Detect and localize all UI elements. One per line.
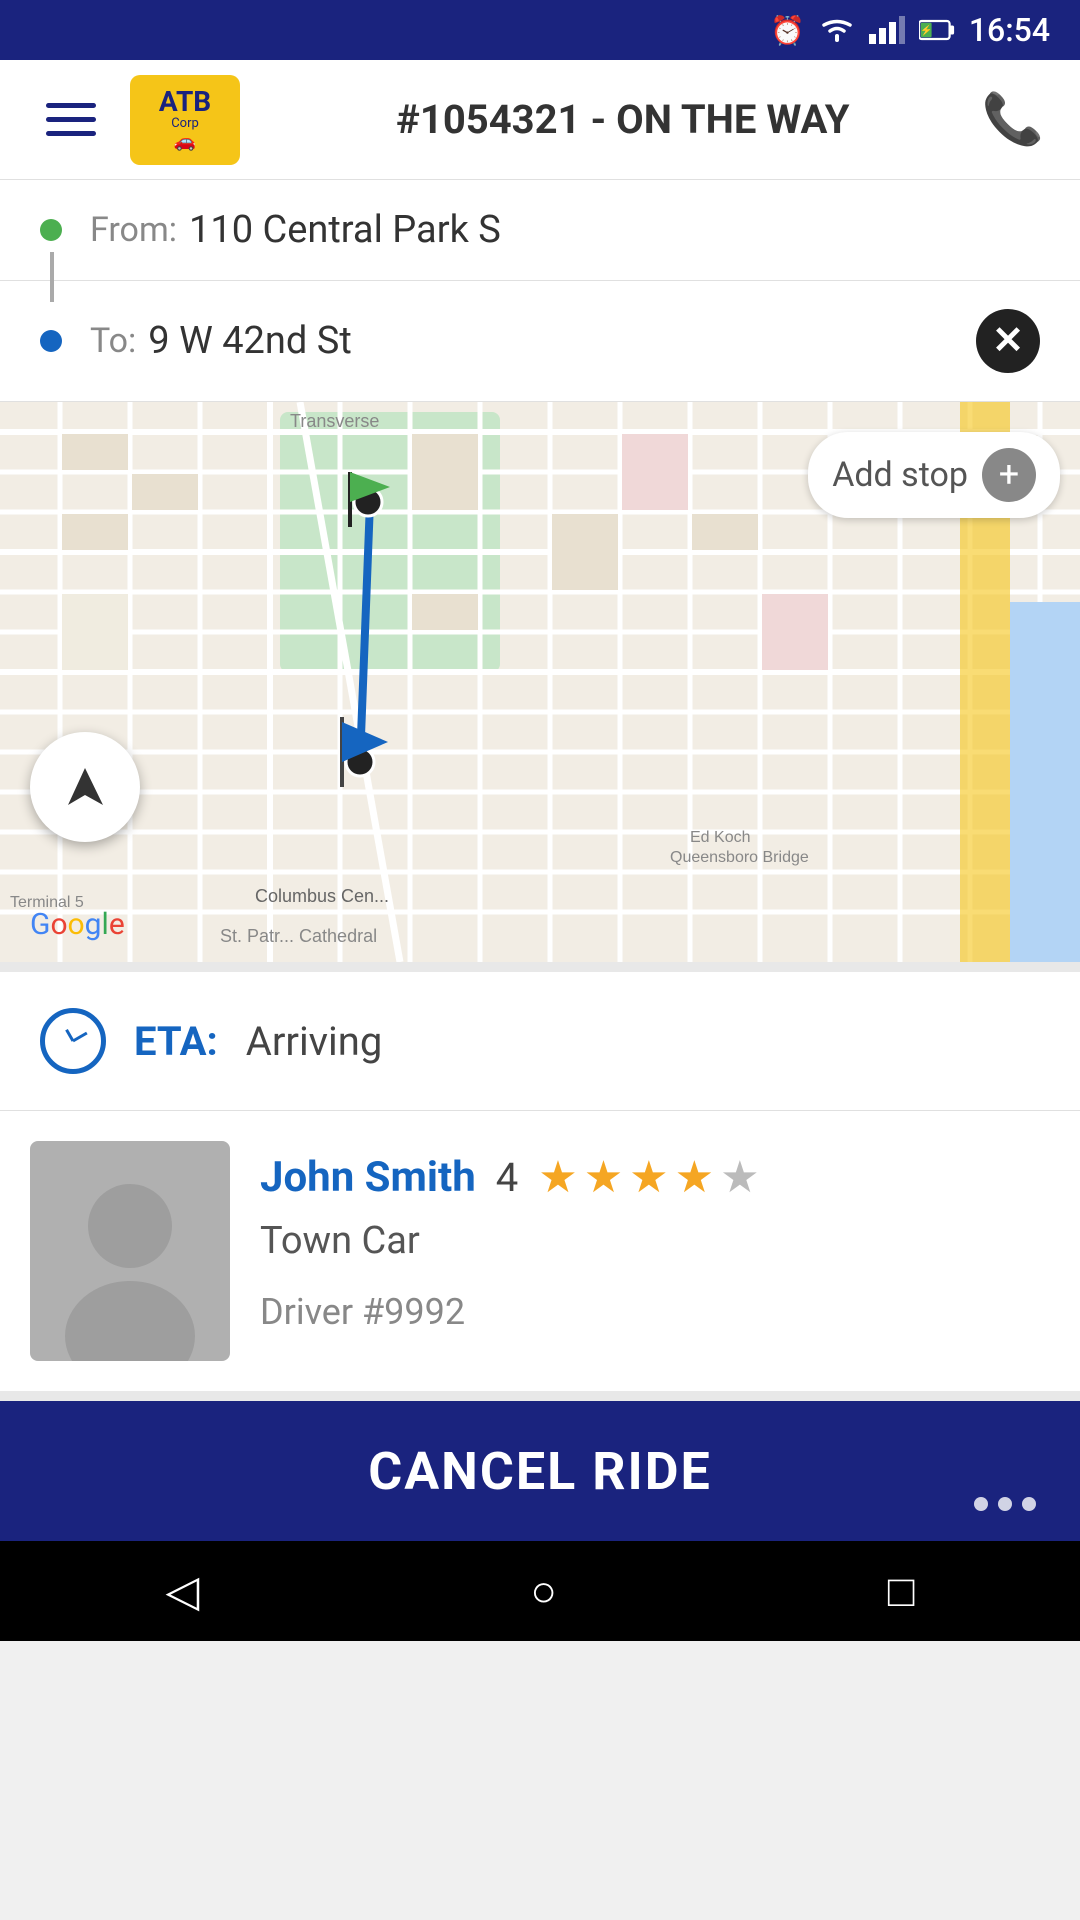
add-stop-button[interactable]: Add stop + — [808, 432, 1060, 518]
location-arrow-icon — [58, 760, 113, 815]
star-1: ★ — [538, 1151, 577, 1203]
to-label: To: — [90, 321, 136, 361]
star-3: ★ — [629, 1151, 668, 1203]
bottom-nav: ◁ ○ □ — [0, 1541, 1080, 1641]
hamburger-line — [46, 103, 96, 108]
driver-photo — [30, 1141, 230, 1361]
hamburger-button[interactable] — [36, 93, 106, 146]
eta-section: ETA: Arriving — [0, 962, 1080, 1111]
svg-text:⚡: ⚡ — [920, 25, 932, 37]
top-nav: ATB Corp 🚗 #1054321 - ON THE WAY 📞 — [0, 60, 1080, 180]
route-inputs: From: 110 Central Park S To: 9 W 42nd St… — [0, 180, 1080, 402]
svg-text:Queensboro Bridge: Queensboro Bridge — [670, 849, 809, 866]
map-container[interactable]: Transverse LENOX Terminal 5 Times Square… — [0, 402, 1080, 962]
from-label: From: — [90, 210, 177, 250]
clock-icon — [40, 1008, 106, 1074]
phone-button[interactable]: 📞 — [982, 91, 1044, 149]
back-button[interactable]: ◁ — [166, 1565, 200, 1617]
status-bar: ⏰ ⚡ 16:54 — [0, 0, 1080, 60]
clock-minute-hand — [72, 1032, 87, 1043]
hamburger-line — [46, 117, 96, 122]
eta-label: ETA: — [134, 1018, 218, 1065]
svg-text:Ed Koch: Ed Koch — [690, 829, 750, 846]
alarm-icon: ⏰ — [770, 14, 805, 47]
logo-car-icon: 🚗 — [174, 131, 196, 152]
star-4: ★ — [675, 1151, 714, 1203]
close-icon: ✕ — [992, 322, 1024, 360]
trip-title: #1054321 - ON THE WAY — [264, 96, 982, 143]
driver-silhouette-icon — [50, 1171, 210, 1361]
app-logo: ATB Corp 🚗 — [130, 75, 240, 165]
clear-destination-button[interactable]: ✕ — [976, 309, 1040, 373]
wifi-icon — [819, 16, 855, 44]
more-options-dots[interactable] — [974, 1497, 1036, 1511]
logo-text-atb: ATB — [159, 88, 211, 116]
driver-name-row: John Smith 4 ★ ★ ★ ★ ★ — [260, 1151, 1050, 1203]
signal-icon — [869, 16, 905, 44]
driver-vehicle: Town Car — [260, 1219, 1050, 1263]
from-dot — [40, 219, 62, 241]
svg-text:Columbus Cen...: Columbus Cen... — [255, 886, 389, 906]
svg-text:Transverse: Transverse — [290, 411, 379, 431]
add-stop-plus-icon: + — [982, 448, 1036, 502]
driver-id: Driver #9992 — [260, 1291, 1050, 1333]
back-icon: ◁ — [166, 1565, 200, 1617]
battery-icon: ⚡ — [919, 18, 955, 42]
status-icons: ⏰ ⚡ 16:54 — [770, 11, 1050, 49]
from-row[interactable]: From: 110 Central Park S — [0, 180, 1080, 281]
destination-marker — [320, 712, 400, 796]
pickup-marker — [330, 462, 400, 536]
my-location-button[interactable] — [30, 732, 140, 842]
cancel-ride-label: CANCEL RIDE — [368, 1441, 712, 1502]
star-5: ★ — [720, 1151, 759, 1203]
driver-name: John Smith — [260, 1153, 476, 1202]
driver-section: John Smith 4 ★ ★ ★ ★ ★ Town Car Driver #… — [0, 1111, 1080, 1401]
google-logo: Google — [30, 907, 125, 942]
driver-stars: ★ ★ ★ ★ ★ — [538, 1151, 759, 1203]
from-address: 110 Central Park S — [189, 208, 1040, 252]
hamburger-line — [46, 131, 96, 136]
status-time: 16:54 — [969, 11, 1050, 49]
to-dot — [40, 330, 62, 352]
home-icon: ○ — [530, 1565, 557, 1617]
driver-info: John Smith 4 ★ ★ ★ ★ ★ Town Car Driver #… — [260, 1141, 1050, 1333]
to-address: 9 W 42nd St — [148, 319, 976, 363]
logo-subtext: Corp — [171, 116, 199, 131]
svg-text:St. Patr... Cathedral: St. Patr... Cathedral — [220, 926, 377, 946]
driver-rating-number: 4 — [496, 1154, 518, 1201]
home-button[interactable]: ○ — [530, 1565, 557, 1617]
cancel-ride-button[interactable]: CANCEL RIDE — [0, 1401, 1080, 1541]
add-stop-label: Add stop — [832, 455, 968, 495]
to-row[interactable]: To: 9 W 42nd St ✕ — [0, 281, 1080, 402]
recents-icon: □ — [888, 1565, 915, 1617]
recents-button[interactable]: □ — [888, 1565, 915, 1617]
eta-value: Arriving — [246, 1018, 383, 1065]
star-2: ★ — [584, 1151, 623, 1203]
